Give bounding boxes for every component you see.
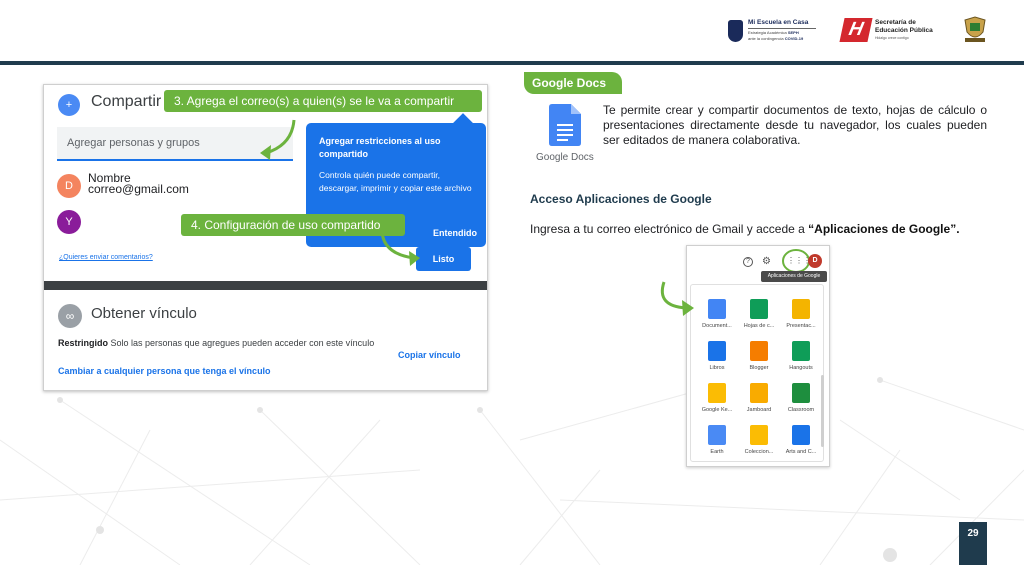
arrow-icon: [660, 281, 694, 316]
share-title: Compartir: [91, 93, 162, 110]
user-avatar[interactable]: D: [808, 254, 822, 268]
sep-title: Secretaría de Educación Pública: [875, 19, 933, 34]
gear-icon[interactable]: ⚙: [762, 256, 771, 267]
app-icon: [708, 341, 726, 361]
avatar: Y: [57, 210, 81, 234]
app-name: Libros: [709, 365, 725, 371]
apps-top-bar: ? ⚙ ⋮⋮⋮ D Aplicaciones de Google: [687, 246, 829, 284]
change-access-link[interactable]: Cambiar a cualquier persona que tenga el…: [58, 366, 271, 376]
mec-title: Mi Escuela en Casa: [748, 19, 809, 26]
help-icon[interactable]: ?: [743, 257, 753, 267]
link-icon: ∞: [58, 304, 82, 328]
app-tile[interactable]: Coleccion...: [739, 425, 779, 463]
app-icon: [792, 341, 810, 361]
app-tile[interactable]: Libros: [697, 341, 737, 379]
app-icon: [750, 425, 768, 445]
app-name: Document...: [702, 323, 732, 329]
access-apps-title: Acceso Aplicaciones de Google: [530, 192, 712, 206]
restricted-description: Restringido Solo las personas que agregu…: [58, 338, 375, 348]
app-tile[interactable]: Presentac...: [781, 299, 821, 337]
app-icon: [792, 383, 810, 403]
popup-title: Agregar restricciones al uso compartido: [319, 136, 441, 159]
feedback-link[interactable]: ¿Quieres enviar comentarios?: [59, 254, 153, 261]
hidalgo-mark-icon: H: [839, 18, 873, 42]
app-name: Earth: [710, 449, 724, 455]
app-tile[interactable]: Hojas de c...: [739, 299, 779, 337]
arrow-icon: [260, 119, 296, 160]
apps-grid: Document... Hojas de c... Presentac... Libr…: [690, 284, 824, 462]
dialog-separator: [44, 281, 487, 290]
google-docs-description: Te permite crear y compartir documentos …: [603, 103, 987, 147]
header-divider: [0, 61, 1024, 65]
app-tile[interactable]: Earth: [697, 425, 737, 463]
share-dialog-top: + Compartir Agregar personas y grupos D …: [44, 85, 487, 281]
app-tile[interactable]: Hangouts: [781, 341, 821, 379]
app-name: Jamboard: [746, 407, 772, 413]
app-icon: [708, 299, 726, 319]
slide-page: Mi Escuela en Casa Estrategia Académica …: [0, 0, 1024, 565]
popup-text: Controla quién puede compartir, descarga…: [319, 170, 472, 193]
app-name: Arts and C...: [785, 449, 817, 455]
app-tile[interactable]: Blogger: [739, 341, 779, 379]
step-4-callout: 4. Configuración de uso compartido: [181, 214, 405, 236]
copy-link-button[interactable]: Copiar vínculo: [398, 350, 461, 360]
app-tile[interactable]: Classroom: [781, 383, 821, 421]
step-3-callout: 3. Agrega el correo(s) a quien(s) se le …: [164, 90, 482, 112]
popup-ok-button[interactable]: Entendido: [433, 228, 477, 238]
app-name: Blogger: [749, 365, 769, 371]
app-name: Coleccion...: [744, 449, 774, 455]
google-docs-section-tab: Google Docs: [524, 72, 622, 94]
sep-subtitle: Hidalgo crece contigo: [875, 36, 909, 40]
app-name: Presentac...: [786, 323, 816, 329]
add-person-icon[interactable]: +: [58, 94, 80, 116]
avatar: D: [57, 174, 81, 198]
mi-escuela-en-casa-logo: Mi Escuela en Casa Estrategia Académica …: [728, 18, 818, 46]
shield-icon: [728, 20, 743, 42]
app-icon: [750, 341, 768, 361]
app-icon: [750, 299, 768, 319]
app-tile[interactable]: Google Ke...: [697, 383, 737, 421]
app-tile[interactable]: Document...: [697, 299, 737, 337]
google-docs-icon: [549, 104, 581, 146]
app-icon: [708, 383, 726, 403]
apps-tooltip: Aplicaciones de Google: [761, 271, 827, 282]
get-link-section: ∞ Obtener vínculo Restringido Solo las p…: [44, 290, 487, 390]
page-number: 29: [959, 522, 987, 565]
app-name: Google Ke...: [701, 407, 733, 413]
access-apps-text: Ingresa a tu correo electrónico de Gmail…: [530, 222, 960, 236]
get-link-title: Obtener vínculo: [91, 305, 197, 322]
state-seal-icon: [964, 16, 986, 42]
google-apps-screenshot: ? ⚙ ⋮⋮⋮ D Aplicaciones de Google Documen…: [686, 245, 830, 467]
app-tile[interactable]: Arts and C...: [781, 425, 821, 463]
person-email: correo@gmail.com: [88, 182, 189, 196]
app-icon: [750, 383, 768, 403]
app-tile[interactable]: Jamboard: [739, 383, 779, 421]
app-name: Hangouts: [789, 365, 813, 371]
mec-line-1: Estrategia Académica SEPH: [748, 30, 799, 35]
arrow-icon: [380, 231, 420, 266]
sep-hidalgo-logo: H Secretaría de Educación Pública Hidalgo…: [839, 18, 942, 44]
app-icon: [792, 425, 810, 445]
mec-line-2: ante la contingencia COVID-19: [748, 36, 804, 41]
app-icon: [792, 299, 810, 319]
app-name: Classroom: [787, 407, 815, 413]
share-dialog-screenshot: + Compartir Agregar personas y grupos D …: [43, 84, 488, 391]
app-name: Hojas de c...: [743, 323, 775, 329]
app-icon: [708, 425, 726, 445]
google-docs-label: Google Docs: [536, 152, 594, 163]
